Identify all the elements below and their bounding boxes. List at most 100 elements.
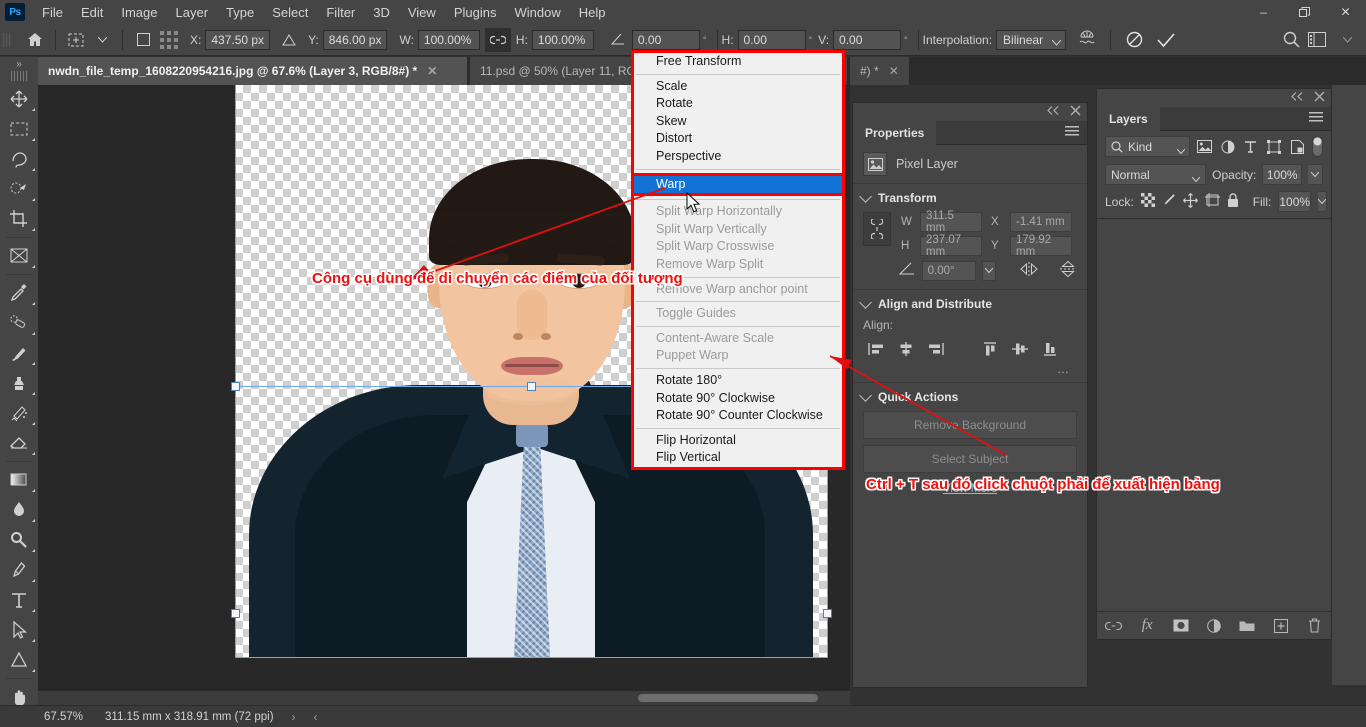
select-subject-button[interactable]: Select Subject	[863, 445, 1077, 473]
filter-shape-icon[interactable]	[1265, 136, 1282, 157]
commit-transform-icon[interactable]	[1153, 28, 1179, 52]
workspace-icon[interactable]	[1304, 28, 1330, 52]
toolbar-expand-button[interactable]: »	[0, 57, 38, 71]
link-wh-icon[interactable]	[485, 28, 511, 52]
crop-tool[interactable]	[0, 204, 38, 234]
cancel-transform-icon[interactable]	[1121, 28, 1147, 52]
scrollbar-thumb[interactable]	[638, 694, 818, 702]
dodge-tool[interactable]	[0, 525, 38, 555]
status-next-arrow[interactable]: ›	[292, 710, 296, 724]
context-menu-item-rotate-180[interactable]: Rotate 180°	[634, 372, 842, 390]
filter-smart-object-icon[interactable]	[1289, 136, 1306, 157]
status-prev-arrow[interactable]: ‹	[314, 710, 318, 724]
gradient-tool[interactable]	[0, 465, 38, 495]
spot-healing-brush-tool[interactable]	[0, 308, 38, 338]
quick-actions-title[interactable]: Quick Actions	[853, 383, 1087, 411]
transform-edge-left[interactable]	[235, 85, 236, 658]
delta-icon[interactable]	[276, 28, 302, 52]
filter-type-icon[interactable]	[1242, 136, 1259, 157]
options-bar-grip[interactable]	[3, 29, 12, 51]
close-tab-icon[interactable]: ✕	[889, 64, 899, 78]
interpolation-select[interactable]: Bilinear	[996, 30, 1066, 50]
collapse-panel-icon[interactable]	[1047, 106, 1060, 118]
fill-input[interactable]: 100%	[1278, 191, 1311, 212]
context-menu-item-perspective[interactable]: Perspective	[634, 148, 842, 166]
constrain-proportions-icon[interactable]	[863, 212, 891, 246]
menu-item-file[interactable]: File	[33, 2, 72, 23]
align-center-v-icon[interactable]	[1007, 338, 1033, 360]
context-menu-item-skew[interactable]: Skew	[634, 113, 842, 131]
move-tool-preset-icon[interactable]	[63, 28, 89, 52]
align-right-icon[interactable]	[923, 338, 949, 360]
context-menu-item-rotate-90-clockwise[interactable]: Rotate 90° Clockwise	[634, 390, 842, 408]
document-tab-2[interactable]: #) *✕	[850, 57, 910, 85]
eraser-tool[interactable]	[0, 428, 38, 458]
menu-item-select[interactable]: Select	[263, 2, 317, 23]
history-brush-tool[interactable]	[0, 398, 38, 428]
filter-adjustment-icon[interactable]	[1219, 136, 1236, 157]
menu-item-layer[interactable]: Layer	[167, 2, 218, 23]
panel-menu-icon[interactable]	[1065, 126, 1079, 138]
new-group-icon[interactable]	[1236, 616, 1258, 636]
add-layer-mask-icon[interactable]	[1170, 616, 1192, 636]
lock-position-icon[interactable]	[1183, 193, 1198, 211]
lock-all-icon[interactable]	[1227, 193, 1239, 211]
warp-mode-icon[interactable]	[1074, 28, 1100, 52]
toolbar-grip[interactable]	[11, 71, 27, 81]
opacity-input[interactable]: 100%	[1262, 164, 1302, 185]
align-top-icon[interactable]	[977, 338, 1003, 360]
angle-dropdown-icon[interactable]	[982, 261, 996, 281]
workspace-chevron-icon[interactable]	[1334, 28, 1360, 52]
context-menu-item-scale[interactable]: Scale	[634, 78, 842, 96]
reference-point-grid-icon[interactable]	[156, 28, 182, 52]
horizontal-scrollbar[interactable]	[38, 691, 850, 705]
close-panel-icon[interactable]	[1070, 105, 1081, 119]
tab-layers[interactable]: Layers	[1097, 107, 1160, 131]
context-menu-item-free-transform[interactable]: Free Transform	[634, 53, 842, 71]
filter-pixel-icon[interactable]	[1196, 136, 1213, 157]
reference-point-toggle[interactable]	[130, 28, 156, 52]
x-input[interactable]: 437.50 px	[205, 30, 270, 50]
context-menu-item-flip-vertical[interactable]: Flip Vertical	[634, 449, 842, 467]
close-button[interactable]: ✕	[1325, 0, 1366, 24]
frame-tool[interactable]	[0, 241, 38, 271]
lock-artboard-nesting-icon[interactable]	[1205, 193, 1220, 210]
close-panel-icon[interactable]	[1314, 91, 1325, 105]
tool-preset-chevron-icon[interactable]	[89, 28, 115, 52]
pen-tool[interactable]	[0, 555, 38, 585]
fill-stepper[interactable]	[1318, 191, 1327, 212]
document-tab-0[interactable]: nwdn_file_temp_1608220954216.jpg @ 67.6%…	[38, 57, 468, 85]
rectangular-marquee-tool[interactable]	[0, 114, 38, 144]
brush-tool[interactable]	[0, 338, 38, 368]
flip-horizontal-icon[interactable]	[1019, 261, 1039, 280]
restore-button[interactable]	[1284, 0, 1325, 24]
menu-item-3d[interactable]: 3D	[364, 2, 399, 23]
path-selection-tool[interactable]	[0, 615, 38, 645]
vshear-input[interactable]: 0.00	[833, 30, 901, 50]
object-selection-tool[interactable]	[0, 174, 38, 204]
prop-y-input[interactable]: 179.92 mm	[1010, 236, 1072, 256]
menu-item-image[interactable]: Image	[112, 2, 166, 23]
transform-edge-bottom[interactable]	[235, 657, 828, 658]
opacity-stepper[interactable]	[1308, 164, 1323, 185]
w-input[interactable]: 100.00%	[418, 30, 480, 50]
collapse-panel-icon[interactable]	[1291, 92, 1304, 104]
blur-tool[interactable]	[0, 495, 38, 525]
eyedropper-tool[interactable]	[0, 278, 38, 308]
lock-image-pixels-icon[interactable]	[1162, 193, 1176, 210]
minimize-button[interactable]: –	[1243, 0, 1284, 24]
prop-h-input[interactable]: 237.07 mm	[920, 236, 982, 256]
prop-w-input[interactable]: 311.5 mm	[920, 212, 982, 232]
blend-mode-select[interactable]: Normal	[1105, 164, 1206, 185]
new-layer-icon[interactable]	[1270, 616, 1292, 636]
shape-tool[interactable]	[0, 645, 38, 675]
add-layer-style-icon[interactable]: fx	[1136, 616, 1158, 636]
angle-input[interactable]: 0.00	[632, 30, 700, 50]
context-menu-item-flip-horizontal[interactable]: Flip Horizontal	[634, 432, 842, 450]
menu-item-filter[interactable]: Filter	[317, 2, 364, 23]
home-icon[interactable]	[22, 28, 48, 52]
align-center-h-icon[interactable]	[893, 338, 919, 360]
clone-stamp-tool[interactable]	[0, 368, 38, 398]
menu-item-view[interactable]: View	[399, 2, 445, 23]
rail-placeholder-icon[interactable]	[1332, 85, 1366, 115]
